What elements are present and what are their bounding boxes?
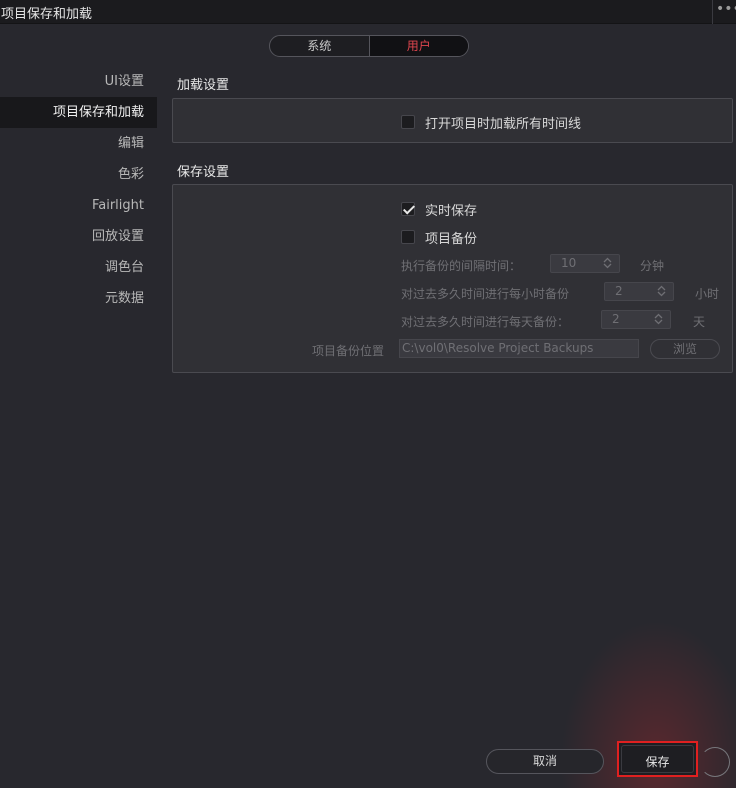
settings-tabs: 系统 用户 bbox=[269, 35, 469, 57]
backup-interval-unit: 分钟 bbox=[640, 259, 665, 273]
spinner-arrows-icon bbox=[603, 257, 612, 269]
load-all-timelines-checkbox[interactable] bbox=[401, 115, 415, 129]
save-button-label: 保存 bbox=[645, 755, 670, 769]
backup-interval-spinner[interactable]: 10 bbox=[550, 254, 620, 273]
daily-backup-unit: 天 bbox=[693, 315, 706, 329]
save-settings-title: 保存设置 bbox=[177, 165, 230, 180]
sidebar-item-color[interactable]: 色彩 bbox=[0, 159, 157, 190]
backup-location-field[interactable]: C:\vol0\Resolve Project Backups bbox=[399, 339, 639, 358]
hourly-backup-unit: 小时 bbox=[695, 287, 720, 301]
browse-button[interactable]: 浏览 bbox=[650, 339, 720, 359]
daily-backup-label: 对过去多久时间进行每天备份： bbox=[401, 315, 570, 329]
cancel-button[interactable]: 取消 bbox=[486, 749, 604, 774]
sidebar-item-control-panels[interactable]: 调色台 bbox=[0, 252, 157, 283]
more-options-icon[interactable]: ••• bbox=[716, 1, 736, 21]
save-button[interactable]: 保存 bbox=[617, 741, 698, 777]
save-settings-panel: 实时保存 项目备份 执行备份的间隔时间： 10 分钟 对过去多久时间进行每小时备… bbox=[172, 184, 733, 373]
save-button-outline bbox=[700, 747, 730, 777]
project-backup-label: 项目备份 bbox=[425, 232, 478, 247]
load-settings-panel: 打开项目时加载所有时间线 bbox=[172, 98, 733, 143]
sidebar-item-project-save-load[interactable]: 项目保存和加载 bbox=[0, 97, 157, 128]
tab-user[interactable]: 用户 bbox=[368, 36, 468, 56]
spinner-arrows-icon bbox=[657, 285, 666, 297]
live-save-label: 实时保存 bbox=[425, 204, 478, 219]
load-settings-title: 加载设置 bbox=[177, 78, 230, 93]
spinner-arrows-icon bbox=[654, 313, 663, 325]
backup-interval-label: 执行备份的间隔时间： bbox=[401, 259, 522, 273]
backup-location-label: 项目备份位置 bbox=[312, 344, 385, 358]
backup-interval-value: 10 bbox=[561, 256, 577, 270]
sidebar-item-fairlight[interactable]: Fairlight bbox=[0, 190, 157, 221]
daily-backup-spinner[interactable]: 2 bbox=[601, 310, 671, 329]
project-backup-checkbox[interactable] bbox=[401, 230, 415, 244]
hourly-backup-spinner[interactable]: 2 bbox=[604, 282, 674, 301]
sidebar-item-metadata[interactable]: 元数据 bbox=[0, 283, 157, 314]
sidebar-item-edit[interactable]: 编辑 bbox=[0, 128, 157, 159]
sidebar-item-playback[interactable]: 回放设置 bbox=[0, 221, 157, 252]
sidebar: UI设置 项目保存和加载 编辑 色彩 Fairlight 回放设置 调色台 元数… bbox=[0, 66, 157, 314]
hourly-backup-label: 对过去多久时间进行每小时备份 bbox=[401, 287, 570, 301]
tab-system[interactable]: 系统 bbox=[270, 36, 369, 56]
title-bar: 项目保存和加载 ••• bbox=[0, 0, 736, 24]
hourly-backup-value: 2 bbox=[615, 284, 623, 298]
daily-backup-value: 2 bbox=[612, 312, 620, 326]
title-separator bbox=[712, 0, 713, 24]
live-save-checkbox[interactable] bbox=[401, 202, 415, 216]
window-title: 项目保存和加载 bbox=[1, 7, 93, 22]
sidebar-item-ui-settings[interactable]: UI设置 bbox=[0, 66, 157, 97]
load-all-timelines-label: 打开项目时加载所有时间线 bbox=[425, 117, 582, 132]
